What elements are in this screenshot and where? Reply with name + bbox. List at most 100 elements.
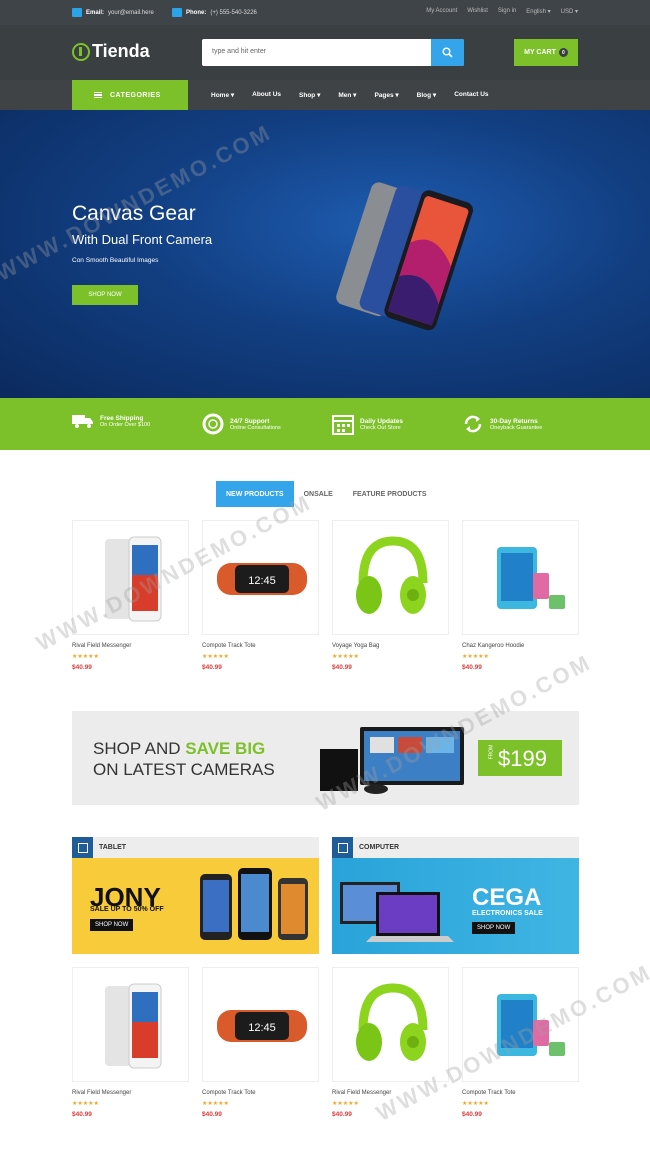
banner-offer: ELECTRONICS SALE bbox=[472, 910, 543, 917]
nav-item-contact[interactable]: Contact Us bbox=[454, 91, 488, 99]
computer-banner[interactable]: CEGA ELECTRONICS SALE SHOP NOW bbox=[332, 858, 579, 954]
cart-count-badge: 0 bbox=[558, 48, 568, 57]
product-price: $40.99 bbox=[462, 1111, 482, 1118]
categories-button[interactable]: CATEGORIES bbox=[72, 80, 188, 110]
hero-tagline: Con Smooth Beautiful Images bbox=[72, 257, 159, 264]
headphones-image bbox=[356, 983, 428, 1061]
product-name[interactable]: Rival Field Messenger bbox=[72, 643, 189, 649]
feature-title: 24/7 Support bbox=[230, 417, 270, 425]
cart-button[interactable]: MY CART 0 bbox=[514, 39, 578, 66]
product-image[interactable] bbox=[332, 967, 449, 1082]
product-image[interactable] bbox=[462, 520, 579, 635]
rating-stars: ★★★★★ bbox=[332, 654, 359, 660]
music-player-image bbox=[497, 547, 565, 609]
nav-item-home[interactable]: Home ▾ bbox=[211, 91, 234, 99]
page: Email: your@email.here Phone: (+) 555-54… bbox=[0, 0, 650, 1151]
tablet-banner[interactable]: JONY SALE UP TO 50% OFF SHOP NOW bbox=[72, 858, 319, 954]
badge-price: $199 bbox=[498, 746, 547, 771]
nav-label: Men bbox=[338, 92, 352, 99]
category-title[interactable]: COMPUTER bbox=[359, 844, 399, 851]
product-name[interactable]: Compote Track Tote bbox=[462, 1090, 579, 1096]
phone-icon bbox=[172, 8, 182, 17]
currency-label: USD bbox=[560, 9, 574, 15]
hero-slider: Canvas Gear With Dual Front Camera Con S… bbox=[0, 110, 650, 398]
nav-item-pages[interactable]: Pages ▾ bbox=[374, 91, 398, 99]
truck-icon bbox=[72, 415, 93, 428]
search-input[interactable]: type and hit enter bbox=[212, 48, 266, 55]
product-card[interactable]: Voyage Yoga Bag ★★★★★ $40.99 bbox=[332, 520, 449, 671]
promo-banner[interactable]: SHOP AND SAVE BIG ON LATEST CAMERAS FROM… bbox=[72, 711, 579, 805]
language-label: English bbox=[526, 9, 546, 15]
smartphone-image bbox=[105, 536, 162, 622]
tab-feature-products[interactable]: FEATURE PRODUCTS bbox=[343, 481, 437, 507]
email-value[interactable]: your@email.here bbox=[108, 10, 154, 16]
hero-shop-now-button[interactable]: SHOP NOW bbox=[72, 285, 138, 305]
product-image[interactable]: 12:45 bbox=[202, 520, 319, 635]
language-dropdown[interactable]: English ▾ bbox=[526, 8, 550, 15]
product-price: $40.99 bbox=[462, 664, 482, 671]
category-title[interactable]: TABLET bbox=[99, 844, 126, 851]
logo[interactable]: Tienda bbox=[72, 41, 150, 62]
category-tablet: TABLET JONY SALE UP TO 50% OFF SHOP NOW bbox=[72, 837, 319, 954]
my-account-link[interactable]: My Account bbox=[426, 8, 457, 15]
top-bar: Email: your@email.here Phone: (+) 555-54… bbox=[0, 0, 650, 25]
refresh-icon bbox=[464, 415, 482, 433]
headphones-image bbox=[356, 536, 428, 614]
main-nav: CATEGORIES Home ▾ About Us Shop ▾ Men ▾ … bbox=[0, 80, 650, 110]
header: Tienda type and hit enter MY CART 0 bbox=[0, 25, 650, 80]
product-image[interactable] bbox=[462, 967, 579, 1082]
banner-shop-now-button[interactable]: SHOP NOW bbox=[472, 922, 516, 934]
tab-onsale[interactable]: ONSALE bbox=[294, 481, 343, 507]
wishlist-link[interactable]: Wishlist bbox=[467, 8, 488, 15]
product-image[interactable]: 12:45 bbox=[202, 967, 319, 1082]
product-card[interactable]: Chaz Kangeroo Hoodie ★★★★★ $40.99 bbox=[462, 520, 579, 671]
product-name[interactable]: Compote Track Tote bbox=[202, 1090, 319, 1096]
category-computer: COMPUTER CEGA ELECTRONICS SALE SHOP NOW bbox=[332, 837, 579, 954]
product-image[interactable] bbox=[332, 520, 449, 635]
rating-stars: ★★★★★ bbox=[332, 1101, 359, 1107]
product-name[interactable]: Compote Track Tote bbox=[202, 643, 319, 649]
banner-shop-now-button[interactable]: SHOP NOW bbox=[90, 919, 134, 931]
tab-new-products[interactable]: NEW PRODUCTS bbox=[216, 481, 294, 507]
promo-line-1a: SHOP AND bbox=[93, 739, 186, 758]
hero-title-text: Canvas Gear bbox=[72, 202, 196, 225]
fitness-band-image: 12:45 bbox=[217, 563, 307, 595]
product-price: $40.99 bbox=[72, 1111, 92, 1118]
svg-text:12:45: 12:45 bbox=[248, 1022, 276, 1034]
product-image[interactable] bbox=[72, 520, 189, 635]
categories-label: CATEGORIES bbox=[110, 91, 161, 99]
nav-item-blog[interactable]: Blog ▾ bbox=[417, 91, 437, 99]
search-icon bbox=[442, 47, 453, 58]
console-tv-image bbox=[320, 727, 464, 794]
nav-item-shop[interactable]: Shop ▾ bbox=[299, 91, 320, 99]
search-box: type and hit enter bbox=[202, 39, 464, 66]
product-card[interactable]: 12:45 Compote Track Tote ★★★★★ $40.99 bbox=[202, 520, 319, 671]
feature-title: 30-Day Returns bbox=[490, 417, 538, 425]
product-card[interactable]: Rival Field Messenger ★★★★★ $40.99 bbox=[72, 520, 189, 671]
fitness-band-image: 12:45 bbox=[217, 1010, 307, 1042]
product-name[interactable]: Rival Field Messenger bbox=[332, 1090, 449, 1096]
rating-stars: ★★★★★ bbox=[72, 654, 99, 660]
product-card[interactable]: Compote Track Tote ★★★★★ $40.99 bbox=[462, 967, 579, 1118]
calendar-icon bbox=[332, 415, 354, 435]
product-image[interactable] bbox=[72, 967, 189, 1082]
features-bar: Free Shipping On Order Over $100 24/7 Sup… bbox=[0, 398, 650, 450]
nav-item-men[interactable]: Men ▾ bbox=[338, 91, 356, 99]
nav-item-about[interactable]: About Us bbox=[252, 91, 281, 99]
product-name[interactable]: Chaz Kangeroo Hoodie bbox=[462, 643, 579, 649]
product-name[interactable]: Rival Field Messenger bbox=[72, 1090, 189, 1096]
feature-title: Free Shipping bbox=[100, 414, 144, 422]
search-button[interactable] bbox=[431, 39, 464, 66]
product-card[interactable]: 12:45 Compote Track Tote ★★★★★ $40.99 bbox=[202, 967, 319, 1118]
music-player-image bbox=[497, 994, 565, 1056]
rating-stars: ★★★★★ bbox=[462, 1101, 489, 1107]
product-card[interactable]: Rival Field Messenger ★★★★★ $40.99 bbox=[72, 967, 189, 1118]
price-badge: FROM $199 bbox=[478, 740, 562, 776]
cart-label: MY CART bbox=[524, 49, 556, 56]
sign-in-link[interactable]: Sign in bbox=[498, 8, 516, 15]
product-card[interactable]: Rival Field Messenger ★★★★★ $40.99 bbox=[332, 967, 449, 1118]
currency-dropdown[interactable]: USD ▾ bbox=[561, 8, 578, 15]
feature-sub: Online Consultations bbox=[230, 424, 281, 431]
product-name[interactable]: Voyage Yoga Bag bbox=[332, 643, 449, 649]
banner-brand: CEGA bbox=[472, 884, 542, 911]
